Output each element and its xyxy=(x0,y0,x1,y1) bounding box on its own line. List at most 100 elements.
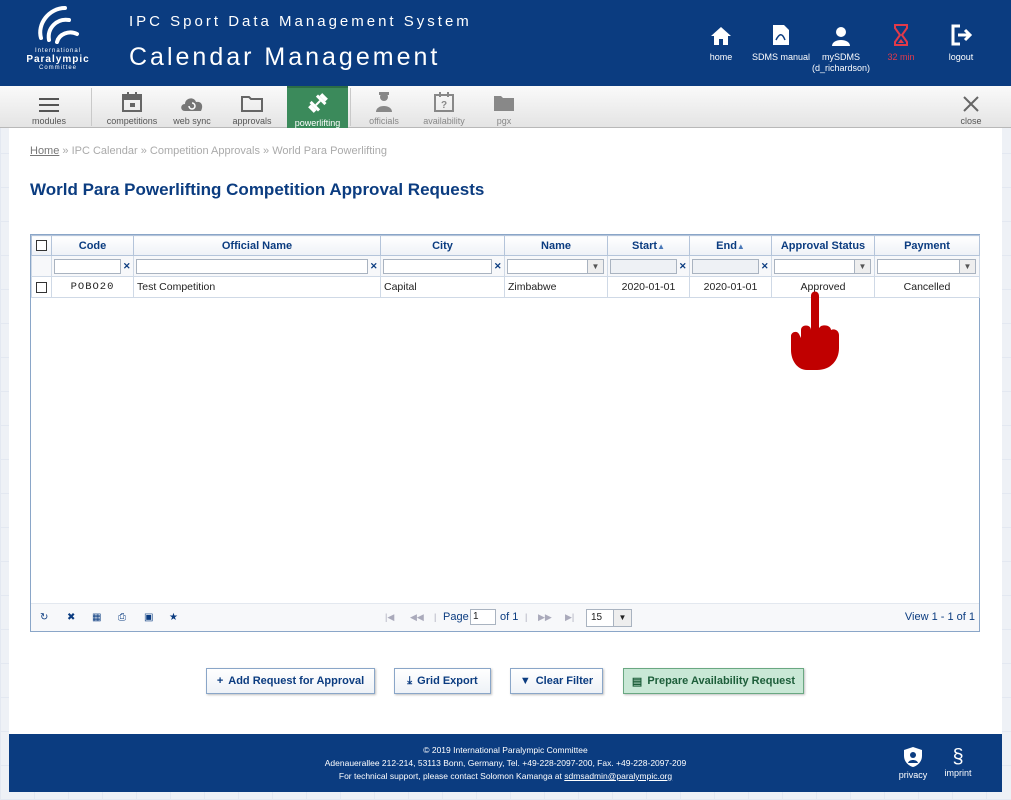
prev-page-icon[interactable]: ◀◀ xyxy=(410,612,424,623)
agitos-logo-icon xyxy=(38,6,79,44)
save-icon[interactable]: ▣ xyxy=(144,612,153,623)
col-approval-status[interactable]: Approval Status xyxy=(771,235,875,256)
section-heading: World Para Powerlifting Competition Appr… xyxy=(30,180,485,199)
clear-filter-icon[interactable]: ✕ xyxy=(494,261,502,272)
filter-city-input[interactable] xyxy=(383,258,492,274)
col-end-label: End xyxy=(716,239,737,252)
clear-filter-icon[interactable]: ✕ xyxy=(679,261,687,272)
next-page-icon[interactable]: ▶▶ xyxy=(538,612,552,623)
filter-start-input[interactable] xyxy=(610,258,677,274)
col-name[interactable]: Name xyxy=(504,235,608,256)
filter-cell-name: ▼ xyxy=(504,255,608,277)
star-icon[interactable]: ★ xyxy=(169,612,178,623)
toolbar-powerlifting-label: powerlifting xyxy=(294,118,341,128)
prepare-availability-label: Prepare Availability Request xyxy=(647,675,796,687)
toolbar-availability[interactable]: ? availability xyxy=(414,86,474,128)
add-request-label: Add Request for Approval xyxy=(228,675,365,687)
grid-table: Code Official Name City Name Start▲︎ End… xyxy=(31,235,980,298)
toolbar-officials[interactable]: officials xyxy=(356,86,412,128)
logo-line2: Paralympic xyxy=(26,54,90,65)
col-payment[interactable]: Payment xyxy=(874,235,980,256)
cell-name: Zimbabwe xyxy=(504,276,608,298)
grid-export-button[interactable]: ⤓ Grid Export xyxy=(394,668,491,694)
ipc-logo[interactable]: International Paralympic Committee xyxy=(22,4,94,82)
footer-support-text: For technical support, please contact So… xyxy=(338,771,562,781)
clear-filter-icon[interactable]: ✕ xyxy=(761,261,769,272)
app-footer: © 2019 International Paralympic Committe… xyxy=(9,734,1002,792)
folder-icon xyxy=(222,86,282,112)
filter-approval-status-select[interactable]: ▼ xyxy=(774,258,871,274)
toolbar-modules-label: modules xyxy=(31,116,67,126)
footer-privacy[interactable]: privacy xyxy=(893,746,933,780)
calendar-icon xyxy=(100,86,164,112)
page-of-label: of 1 xyxy=(500,611,519,623)
cell-official-name: Test Competition xyxy=(133,276,381,298)
toolbar-web-sync-label: web sync xyxy=(173,116,211,126)
breadcrumb-sep: » xyxy=(140,145,147,157)
toolbar-divider xyxy=(91,88,92,126)
chevron-down-icon: ▼ xyxy=(587,259,603,273)
pager-divider: | xyxy=(525,612,528,622)
prepare-availability-button[interactable]: ▤ Prepare Availability Request xyxy=(623,668,804,694)
last-page-icon[interactable]: ▶| xyxy=(565,612,574,623)
grid-pager: ↻ ✖ ▦ ⎙ ▣ ★ |◀ ◀◀ | Page 1 of 1 | ▶▶ ▶| … xyxy=(31,603,979,631)
breadcrumb-home[interactable]: Home xyxy=(30,145,59,157)
select-all-checkbox[interactable] xyxy=(36,240,47,252)
toolbar-close[interactable]: close xyxy=(944,86,998,128)
grid-filter-row: ✕ ✕ ✕ ▼ ✕ ✕ ▼ ▼ xyxy=(31,255,980,277)
filter-end-input[interactable] xyxy=(692,258,759,274)
nav-logout[interactable]: logout xyxy=(925,22,997,63)
print-icon[interactable]: ⎙ xyxy=(118,612,126,623)
footer-support: For technical support, please contact So… xyxy=(9,771,1002,781)
breadcrumb: Home » IPC Calendar » Competition Approv… xyxy=(30,145,387,157)
footer-privacy-label: privacy xyxy=(898,770,928,780)
col-city[interactable]: City xyxy=(380,235,505,256)
col-start[interactable]: Start▲︎ xyxy=(607,235,690,256)
clear-filter-icon[interactable]: ✕ xyxy=(123,261,131,272)
grid-header-row: Code Official Name City Name Start▲︎ End… xyxy=(31,235,980,256)
toolbar-web-sync[interactable]: web sync xyxy=(164,86,220,128)
page-label: Page xyxy=(443,611,469,623)
chevron-down-icon: ▼ xyxy=(959,259,975,273)
support-email-link[interactable]: sdmsadmin@paralympic.org xyxy=(564,771,672,781)
filter-name-select[interactable]: ▼ xyxy=(507,258,604,274)
filter-cell-end: ✕ xyxy=(689,255,772,277)
toolbar-powerlifting[interactable]: powerlifting xyxy=(287,86,348,128)
toolbar-approvals[interactable]: approvals xyxy=(222,86,282,128)
toolbar-modules[interactable]: modules xyxy=(18,86,80,128)
page-size-select[interactable]: 15 ▼ xyxy=(586,609,632,627)
pointer-hand-icon xyxy=(787,290,843,375)
dumbbell-icon xyxy=(287,88,348,114)
cell-payment: Cancelled xyxy=(874,276,980,298)
footer-imprint[interactable]: § imprint xyxy=(938,746,978,778)
add-request-button[interactable]: + Add Request for Approval xyxy=(206,668,375,694)
filter-official-name-input[interactable] xyxy=(136,258,368,274)
row-checkbox[interactable] xyxy=(36,281,47,293)
toolbar-competitions[interactable]: competitions xyxy=(100,86,164,128)
logo-line3: Committee xyxy=(38,65,77,71)
system-title: IPC Sport Data Management System xyxy=(129,13,472,30)
first-page-icon[interactable]: |◀ xyxy=(385,612,394,623)
grid-export-label: Grid Export xyxy=(417,675,478,687)
filter-cell-empty xyxy=(31,255,52,277)
filter-payment-select[interactable]: ▼ xyxy=(877,258,976,274)
columns-icon[interactable]: ▦ xyxy=(92,612,101,623)
filter-code-input[interactable] xyxy=(54,258,121,274)
col-official-name[interactable]: Official Name xyxy=(133,235,381,256)
clear-filter-icon[interactable]: ✕ xyxy=(370,261,378,272)
download-icon: ⤓ xyxy=(407,674,413,687)
footer-imprint-label: imprint xyxy=(944,768,972,778)
main-content: Home » IPC Calendar » Competition Approv… xyxy=(9,128,1002,734)
refresh-icon[interactable]: ↻ xyxy=(40,612,48,623)
page-number-input[interactable]: 1 xyxy=(470,609,496,625)
col-end[interactable]: End▲︎ xyxy=(689,235,772,256)
sort-icon: ▲︎ xyxy=(736,241,745,251)
col-code[interactable]: Code xyxy=(51,235,134,256)
clear-filter-button[interactable]: ▼︎ Clear Filter xyxy=(510,668,603,694)
toolbar-pgx[interactable]: pgx xyxy=(476,86,532,128)
page-size-value: 15 xyxy=(591,612,603,623)
breadcrumb-ipc-calendar: IPC Calendar xyxy=(71,145,138,157)
filter-cell-approval-status: ▼ xyxy=(771,255,875,277)
shield-icon xyxy=(893,746,933,770)
delete-icon[interactable]: ✖ xyxy=(67,612,75,623)
